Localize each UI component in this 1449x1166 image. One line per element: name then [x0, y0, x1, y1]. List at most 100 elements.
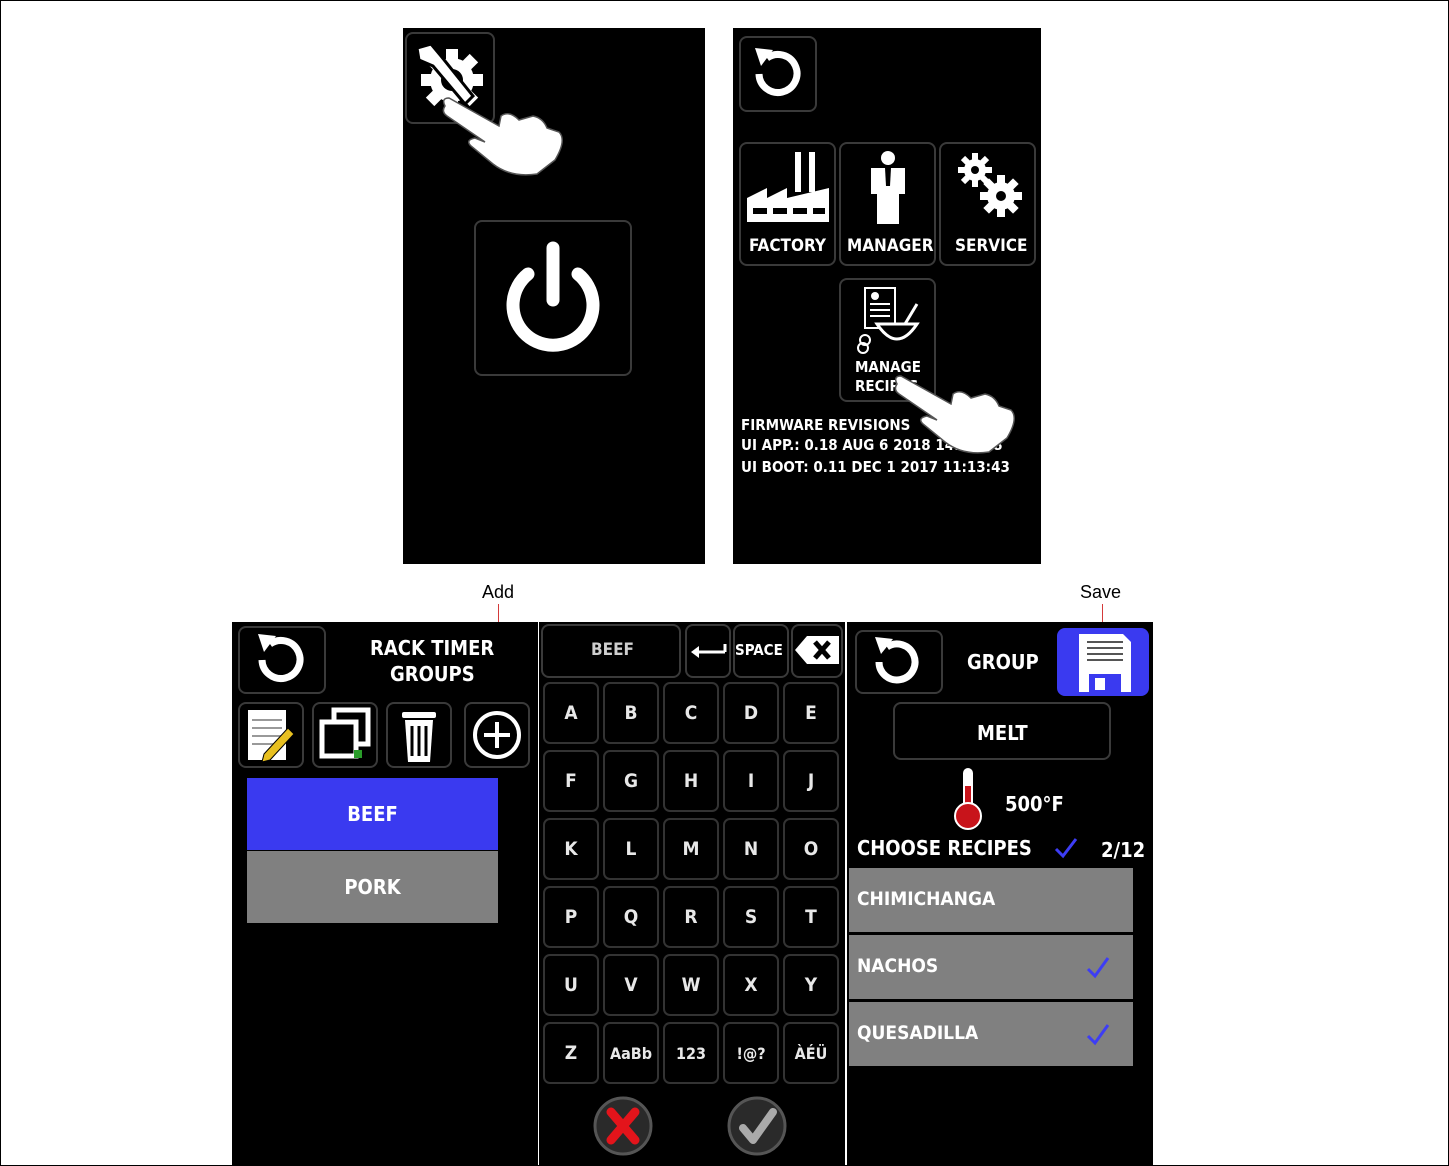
- back-button[interactable]: [855, 630, 943, 694]
- power-icon: [506, 241, 600, 352]
- manager-label: MANAGER: [847, 236, 934, 256]
- recipe-row[interactable]: NACHOS: [849, 935, 1133, 999]
- group-name-value: MELT: [977, 721, 1028, 745]
- factory-label: FACTORY: [749, 236, 826, 256]
- key[interactable]: E: [783, 682, 839, 744]
- key[interactable]: U: [543, 954, 599, 1016]
- add-callout: Add: [482, 582, 515, 602]
- groups-title-1: RACK TIMER: [370, 636, 495, 660]
- enter-key[interactable]: [685, 624, 731, 678]
- gears-icon: [958, 153, 1022, 217]
- key[interactable]: AaBb: [603, 1022, 659, 1084]
- check-icon: [1054, 838, 1078, 859]
- key[interactable]: R: [663, 886, 719, 948]
- enter-arrow-icon: [691, 644, 727, 658]
- key[interactable]: T: [783, 886, 839, 948]
- key[interactable]: A: [543, 682, 599, 744]
- thermometer-icon: [954, 768, 982, 830]
- pointing-hand-icon: [442, 97, 563, 176]
- key[interactable]: C: [663, 682, 719, 744]
- space-key-label: SPACE: [735, 641, 783, 659]
- back-arrow-icon: [258, 634, 304, 682]
- confirm-check-icon: [727, 1096, 787, 1156]
- group-title: GROUP: [967, 650, 1039, 674]
- key[interactable]: !@?: [723, 1022, 779, 1084]
- add-button[interactable]: [464, 702, 530, 768]
- name-input-value: BEEF: [591, 640, 635, 660]
- screen-groups: RACK TIMER GROUPS BEEF PORK: [232, 622, 538, 1166]
- group-name-field[interactable]: MELT: [893, 702, 1111, 760]
- group-item-pork[interactable]: PORK: [247, 851, 498, 923]
- back-arrow-icon: [875, 637, 919, 684]
- recipe-name: QUESADILLA: [857, 1022, 979, 1044]
- power-button[interactable]: [474, 220, 632, 376]
- key[interactable]: Y: [783, 954, 839, 1016]
- group-item-label: BEEF: [347, 802, 398, 826]
- recipe-check-icon: [1086, 957, 1110, 979]
- delete-button[interactable]: [386, 702, 452, 768]
- confirm-button[interactable]: [725, 1094, 789, 1158]
- save-callout: Save: [1080, 582, 1122, 602]
- pointing-hand-icon: [894, 375, 1015, 454]
- key[interactable]: N: [723, 818, 779, 880]
- key[interactable]: L: [603, 818, 659, 880]
- copy-icon: [319, 707, 371, 759]
- selected-count: 2/12: [1101, 838, 1146, 862]
- key[interactable]: X: [723, 954, 779, 1016]
- key[interactable]: S: [723, 886, 779, 948]
- key[interactable]: K: [543, 818, 599, 880]
- key[interactable]: 123: [663, 1022, 719, 1084]
- screen-group-edit: GROUP MELT 500°F CHOOSE RECIPES 2/12 CHI…: [847, 622, 1153, 1166]
- key[interactable]: M: [663, 818, 719, 880]
- save-button[interactable]: [1057, 628, 1149, 696]
- edit-button[interactable]: [238, 702, 304, 768]
- key[interactable]: Q: [603, 886, 659, 948]
- cancel-button[interactable]: [591, 1094, 655, 1158]
- key[interactable]: V: [603, 954, 659, 1016]
- key[interactable]: D: [723, 682, 779, 744]
- service-button[interactable]: SERVICE: [939, 142, 1036, 266]
- group-item-beef[interactable]: BEEF: [247, 778, 498, 850]
- screen-power: [403, 28, 705, 564]
- copy-button[interactable]: [312, 702, 378, 768]
- manager-icon: [871, 151, 905, 224]
- backspace-key[interactable]: [791, 624, 843, 678]
- firmware-ui-boot: UI BOOT: 0.11 DEC 1 2017 11:13:43: [741, 458, 1010, 476]
- groups-title-2: GROUPS: [390, 662, 475, 686]
- choose-recipes-label: CHOOSE RECIPES: [857, 836, 1032, 860]
- group-item-label: PORK: [344, 875, 401, 899]
- factory-icon: [747, 152, 829, 222]
- recipe-name: CHIMICHANGA: [857, 888, 996, 910]
- key[interactable]: B: [603, 682, 659, 744]
- space-key[interactable]: SPACE: [733, 624, 789, 678]
- back-arrow-icon: [755, 48, 801, 96]
- key[interactable]: H: [663, 750, 719, 812]
- key[interactable]: F: [543, 750, 599, 812]
- key[interactable]: Z: [543, 1022, 599, 1084]
- factory-button[interactable]: FACTORY: [739, 142, 836, 266]
- recipe-row[interactable]: CHIMICHANGA: [849, 868, 1133, 932]
- key[interactable]: G: [603, 750, 659, 812]
- edit-note-icon: [248, 710, 295, 763]
- key[interactable]: O: [783, 818, 839, 880]
- manager-button[interactable]: MANAGER: [839, 142, 936, 266]
- keyboard-grid: A B C D E F G H I J K L M N O P Q R S T U V W X Y Z AaBb 123 !@? ÀÉÜ: [543, 682, 843, 1092]
- backspace-icon: [795, 636, 839, 664]
- key[interactable]: J: [783, 750, 839, 812]
- key[interactable]: I: [723, 750, 779, 812]
- name-input[interactable]: BEEF: [541, 624, 681, 678]
- screen-keyboard: BEEF SPACE A B C D E F G H I J K L M N O P Q R S T U V W X Y Z AaB…: [539, 622, 845, 1166]
- key[interactable]: ÀÉÜ: [783, 1022, 839, 1084]
- temperature-value: 500°F: [1005, 792, 1064, 816]
- back-button[interactable]: [739, 36, 817, 112]
- cancel-x-icon: [593, 1096, 653, 1156]
- trash-icon: [402, 712, 436, 762]
- recipe-row[interactable]: QUESADILLA: [849, 1002, 1133, 1066]
- key[interactable]: W: [663, 954, 719, 1016]
- key[interactable]: P: [543, 886, 599, 948]
- back-button[interactable]: [238, 626, 326, 694]
- recipe-check-icon: [1086, 1024, 1110, 1046]
- floppy-disk-icon: [1079, 634, 1131, 692]
- recipe-name: NACHOS: [857, 955, 939, 977]
- service-label: SERVICE: [955, 236, 1028, 256]
